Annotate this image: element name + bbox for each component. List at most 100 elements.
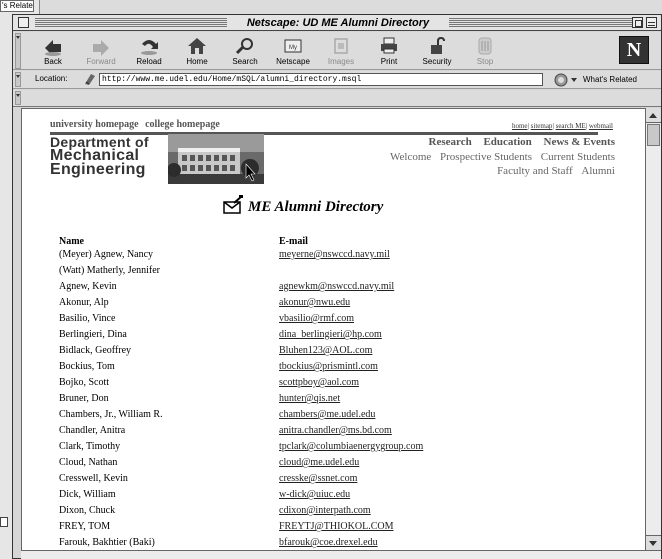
nav-faculty-staff[interactable]: Faculty and Staff xyxy=(497,165,573,177)
alumni-name: Cloud, Nathan xyxy=(59,457,118,468)
back-button[interactable]: Back xyxy=(29,36,77,68)
zoom-box[interactable] xyxy=(632,17,643,28)
nav-news-events[interactable]: News & Events xyxy=(544,136,616,148)
print-label: Print xyxy=(380,57,398,66)
vertical-scrollbar[interactable] xyxy=(645,108,661,550)
table-row: Chandler, Anitra anitra.chandler@ms.bd.co… xyxy=(22,425,645,441)
collapse-box[interactable] xyxy=(646,17,657,28)
forward-arrow-icon xyxy=(93,40,109,56)
scroll-up-arrow-icon[interactable] xyxy=(646,108,661,123)
nav-alumni[interactable]: Alumni xyxy=(581,165,615,177)
personal-collapse-tab[interactable] xyxy=(15,91,21,105)
directory-heading: ME Alumni Directory xyxy=(222,195,482,218)
alumni-email-link[interactable]: hunter@qis.net xyxy=(279,393,340,404)
stop-button[interactable]: Stop xyxy=(461,36,509,68)
alumni-email-link[interactable]: tbockius@prismintl.com xyxy=(279,361,378,372)
name-column-header: Name xyxy=(59,236,84,247)
close-box[interactable] xyxy=(18,17,29,28)
personal-toolbar xyxy=(13,90,661,107)
department-logo[interactable]: Department of Mechanical Engineering xyxy=(50,135,149,178)
alumni-name: Bidlack, Geoffrey xyxy=(59,345,132,356)
alumni-name: Bockius, Tom xyxy=(59,361,115,372)
whats-related-label: What's Related xyxy=(583,75,637,84)
security-lock-icon xyxy=(431,36,445,54)
window-title: Netscape: UD ME Alumni Directory xyxy=(227,16,449,30)
nav-education[interactable]: Education xyxy=(483,136,531,148)
background-window-control[interactable] xyxy=(0,517,8,527)
email-column-header: E-mail xyxy=(279,236,308,247)
alumni-email-link[interactable]: bfarouk@coe.drexel.edu xyxy=(279,537,378,548)
scroll-down-arrow-icon[interactable] xyxy=(646,535,661,550)
url-input[interactable]: http://www.me.udel.edu/Home/mSQL/alumni_… xyxy=(99,73,543,86)
netscape-button[interactable]: My Netscape xyxy=(269,36,317,68)
nav-research[interactable]: Research xyxy=(429,136,472,148)
alumni-name: Berlingieri, Dina xyxy=(59,329,127,340)
dept-line-3: Engineering xyxy=(50,161,146,178)
home-link[interactable]: home xyxy=(512,122,528,130)
university-homepage-link[interactable]: university homepage xyxy=(50,119,139,130)
search-button[interactable]: Search xyxy=(221,36,269,68)
nav-prospective-students[interactable]: Prospective Students xyxy=(440,151,532,163)
forward-button[interactable]: Forward xyxy=(77,36,125,68)
alumni-name: Agnew, Kevin xyxy=(59,281,117,292)
whats-related-icon xyxy=(554,73,577,87)
home-icon xyxy=(188,38,206,54)
alumni-email-link[interactable]: chambers@me.udel.edu xyxy=(279,409,375,420)
netscape-mail-icon: My xyxy=(284,39,302,53)
images-button[interactable]: Images xyxy=(317,36,365,68)
college-homepage-link[interactable]: college homepage xyxy=(145,119,220,130)
security-button[interactable]: Security xyxy=(413,36,461,68)
alumni-email-link[interactable]: cloud@me.udel.edu xyxy=(279,457,359,468)
nav-welcome[interactable]: Welcome xyxy=(390,151,431,163)
alumni-email-link[interactable]: FREYTJ@THIOKOL.COM xyxy=(279,521,394,532)
alumni-email-link[interactable]: cdixon@interpath.com xyxy=(279,505,371,516)
alumni-email-link[interactable]: dina_berlingieri@hp.com xyxy=(279,329,382,340)
alumni-email-link[interactable]: cresske@ssnet.com xyxy=(279,473,357,484)
sitemap-link[interactable]: sitemap xyxy=(531,122,553,130)
alumni-email-link[interactable]: akonur@nwu.edu xyxy=(279,297,350,308)
alumni-name: Bojko, Scott xyxy=(59,377,110,388)
reload-label: Reload xyxy=(136,57,162,66)
reload-button[interactable]: Reload xyxy=(125,36,173,68)
alumni-email-link[interactable]: agnewkm@nswccd.navy.mil xyxy=(279,281,394,292)
page-title: ME Alumni Directory xyxy=(248,199,384,215)
location-label: Location: xyxy=(35,74,68,83)
home-button[interactable]: Home xyxy=(173,36,221,68)
home-label: Home xyxy=(186,57,208,66)
alumni-email-link[interactable]: w-dick@uiuc.edu xyxy=(279,489,350,500)
alumni-name: Chambers, Jr., William R. xyxy=(59,409,163,420)
netscape-logo[interactable]: N xyxy=(619,36,649,64)
alumni-name: FREY, TOM xyxy=(59,521,111,532)
back-arrow-icon xyxy=(45,40,61,56)
alumni-email-link[interactable]: Bluhen123@AOL.com xyxy=(279,345,372,356)
horizontal-scrollbar[interactable] xyxy=(21,550,661,559)
scroll-thumb[interactable] xyxy=(647,124,660,146)
alumni-email-link[interactable]: tpclark@columbiaenergygroup.com xyxy=(279,441,423,452)
nav-current-students[interactable]: Current Students xyxy=(541,151,615,163)
table-row: Agnew, Kevin agnewkm@nswccd.navy.mil xyxy=(22,281,645,297)
table-row: Basilio, Vince vbasilio@rmf.com xyxy=(22,313,645,329)
table-row: Bidlack, Geoffrey Bluhen123@AOL.com xyxy=(22,345,645,361)
alumni-name: Dixon, Chuck xyxy=(59,505,116,516)
forward-label: Forward xyxy=(86,57,116,66)
alumni-email-link[interactable]: anitra.chandler@ms.bd.com xyxy=(279,425,392,436)
alumni-name: Chandler, Anitra xyxy=(59,425,126,436)
bookmark-page-icon[interactable] xyxy=(83,72,97,86)
alumni-name: Farouk, Bakhtier (Baki) xyxy=(59,537,155,548)
alumni-email-link[interactable]: meyerne@nswccd.navy.mil xyxy=(279,249,390,260)
table-row: (Meyer) Agnew, Nancy meyerne@nswccd.navy.… xyxy=(22,249,645,265)
title-bar[interactable]: Netscape: UD ME Alumni Directory xyxy=(13,15,661,31)
location-collapse-tab[interactable] xyxy=(15,72,21,87)
alumni-email-link[interactable]: scottpboy@aol.com xyxy=(279,377,359,388)
toolbar-collapse-tab[interactable] xyxy=(15,33,21,69)
alumni-email-link[interactable]: vbasilio@rmf.com xyxy=(279,313,354,324)
print-button[interactable]: Print xyxy=(365,36,413,68)
search-me-link[interactable]: search ME xyxy=(556,122,586,130)
netscape-label: Netscape xyxy=(276,57,310,66)
whats-related-button[interactable]: What's Related xyxy=(553,72,661,87)
print-icon xyxy=(381,37,397,54)
webmail-link[interactable]: webmail xyxy=(589,122,613,130)
reload-icon xyxy=(141,40,158,55)
images-icon xyxy=(334,38,348,54)
alumni-name: Akonur, Alp xyxy=(59,297,109,308)
